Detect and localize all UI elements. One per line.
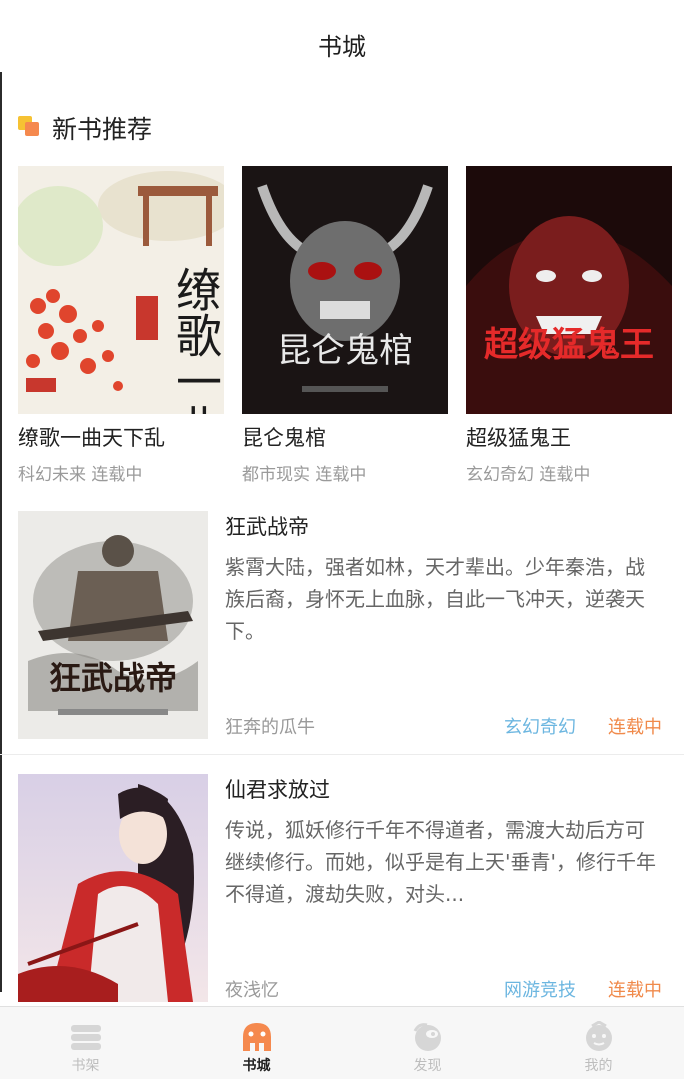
book-author: 狂奔的瓜牛 [225, 717, 315, 738]
tab-label: 书架 [71, 1058, 100, 1074]
bottom-tab-bar: 书架 书城 发现 我的 [0, 1006, 684, 1079]
tab-label: 我的 [584, 1058, 613, 1074]
status-tag: 连载中 [608, 717, 662, 738]
bookshelf-icon [70, 1025, 101, 1050]
book-meta: 都市现实 连载中 [242, 465, 367, 485]
genre-tag[interactable]: 网游竞技 [504, 976, 576, 1002]
featured-book[interactable]: 昆仑鬼棺 昆仑鬼棺 都市现实 连载中 [242, 166, 448, 485]
book-cover[interactable]: 缭歌一曲 [18, 166, 224, 414]
book-name[interactable]: 超级猛鬼王 [466, 422, 672, 452]
tab-discover[interactable]: 发现 [342, 1007, 513, 1079]
section-header: 新书推荐 [18, 110, 152, 146]
tab-label: 发现 [413, 1058, 442, 1074]
featured-grid: 缭歌一曲 缭歌一曲天下乱 科幻未来 连载中 昆仑鬼棺 昆仑鬼棺 都市现实 连载中 [18, 166, 672, 485]
book-cover[interactable]: 昆仑鬼棺 [242, 166, 448, 414]
tab-bookshelf[interactable]: 书架 [0, 1007, 171, 1079]
book-cover[interactable]: 超级猛鬼王 [466, 166, 672, 414]
list-item[interactable]: 狂武战帝 狂武战帝 紫霄大陆，强者如林，天才辈出。少年秦浩，战族后裔，身怀无上血… [18, 511, 666, 739]
book-name[interactable]: 昆仑鬼棺 [242, 422, 448, 452]
profile-icon [585, 1021, 612, 1051]
list-item[interactable]: 仙君求放过 传说，狐妖修行千年不得道者，需渡大劫后方可继续修行。而她，似乎是有上… [18, 774, 666, 1002]
book-title[interactable]: 狂武战帝 [225, 511, 309, 541]
tab-profile[interactable]: 我的 [513, 1007, 684, 1079]
book-cover[interactable] [18, 774, 208, 1002]
genre-tag[interactable]: 玄幻奇幻 [504, 713, 576, 739]
tab-label: 书城 [242, 1058, 271, 1074]
section-title: 新书推荐 [52, 115, 153, 144]
featured-book[interactable]: 超级猛鬼王 超级猛鬼王 玄幻奇幻 连载中 [466, 166, 672, 485]
tab-bookstore[interactable]: 书城 [171, 1007, 342, 1079]
title-bar: 书城 [0, 0, 684, 90]
cover-title-text: 昆仑鬼棺 [277, 331, 413, 371]
divider [0, 754, 684, 755]
book-description: 传说，狐妖修行千年不得道者，需渡大劫后方可继续修行。而她，似乎是有上天'垂青'，… [225, 818, 656, 906]
book-meta: 科幻未来 连载中 [18, 465, 143, 485]
section-icon [18, 116, 42, 140]
book-meta: 玄幻奇幻 连载中 [466, 465, 591, 485]
book-name[interactable]: 缭歌一曲天下乱 [18, 422, 224, 452]
page-title: 书城 [318, 32, 366, 61]
bookstore-icon [242, 1023, 271, 1051]
book-title[interactable]: 仙君求放过 [225, 774, 330, 804]
book-cover[interactable]: 狂武战帝 [18, 511, 208, 739]
cover-title-text: 超级猛鬼王 [484, 325, 654, 365]
cover-title-text: 缭歌一曲 [169, 266, 223, 414]
cover-title-text: 狂武战帝 [49, 659, 177, 697]
book-description: 紫霄大陆，强者如林，天才辈出。少年秦浩，战族后裔，身怀无上血脉，自此一飞冲天，逆… [225, 555, 645, 643]
left-edge-line [0, 72, 2, 992]
book-author: 夜浅忆 [225, 980, 279, 1001]
discover-icon [413, 1023, 441, 1051]
featured-book[interactable]: 缭歌一曲 缭歌一曲天下乱 科幻未来 连载中 [18, 166, 224, 485]
status-tag: 连载中 [608, 980, 662, 1001]
